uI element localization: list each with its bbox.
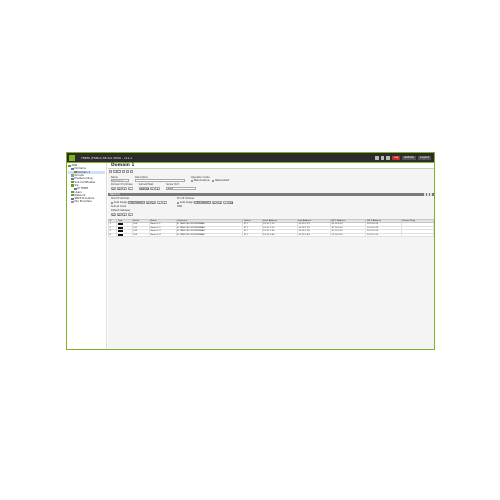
app-window: TMMS (FSRCA-SE-Sol-3000 - v11.x Log Refr… <box>66 152 435 350</box>
save-icon[interactable] <box>109 169 113 173</box>
page-title: Domain 1 <box>111 163 135 168</box>
delete-icon[interactable] <box>117 169 121 173</box>
refresh-button[interactable]: Refresh <box>402 155 417 160</box>
window-title: TMMS (FSRCA-SE-Sol-3000 - v11.x <box>81 156 133 160</box>
copy-icon[interactable] <box>121 169 125 173</box>
table-cell: 10.10.0.10 <box>329 232 367 238</box>
subnet-mask-field[interactable]: 255 255 0 0 <box>138 186 161 191</box>
status-strip <box>108 347 434 349</box>
tree-item-label: Fax Providers <box>74 200 92 204</box>
settings-icon[interactable] <box>380 155 385 160</box>
ip-range-form: Start IP Address Auto Assign Get Current… <box>108 196 434 217</box>
device-type-icon <box>117 223 123 226</box>
subnet-label: Subnet mask <box>111 205 127 209</box>
domain-ip-field[interactable]: 10 10 0 1 <box>111 186 133 191</box>
domain-icon <box>74 171 77 174</box>
sip-icon <box>71 184 74 187</box>
export-icon[interactable] <box>129 169 134 173</box>
start-ip-field[interactable]: 10 10 1 1 <box>145 201 168 205</box>
port-input[interactable]: 8080 <box>166 186 197 190</box>
device-type-icon <box>117 230 123 233</box>
table-cell: 10.10.1.49 <box>296 232 331 238</box>
provider-icon <box>71 197 74 200</box>
terminals-table: # Type Prefix Name Comment Status Start Addres… <box>107 218 434 238</box>
end-get-current-button[interactable]: Get Current <box>194 201 211 205</box>
group-icon <box>71 174 74 177</box>
section-title: Network <box>110 192 120 196</box>
start-ip-label: Start IP Address <box>111 197 130 201</box>
section-collapse-icon[interactable] <box>429 193 432 196</box>
description-input[interactable] <box>135 179 185 183</box>
table-cell: 10.10.1.40 <box>261 232 298 238</box>
users-icon <box>71 190 74 194</box>
auto-assign-radio[interactable]: Auto Assign <box>111 201 127 204</box>
table-row[interactable]: 4 103 Room 1-4 IP TERM (ROOM-TERMINAL) IP 11… <box>107 232 434 238</box>
gateway-field[interactable]: 10 10 0 1 <box>111 212 167 217</box>
certificate-icon <box>71 181 74 184</box>
device-type-icon <box>117 226 123 229</box>
get-current-button[interactable]: Get Current <box>128 201 145 205</box>
main-panel: Domain 1 Name Domain 1 Description Opera… <box>107 163 434 349</box>
table-cell <box>401 232 434 238</box>
table-cell: 4 <box>107 232 118 238</box>
table-cell: IP TERM (ROOM-TERMINAL) <box>175 232 244 238</box>
terminal-icon <box>74 187 77 190</box>
table-cell: 10.10.0.20 <box>365 232 403 238</box>
mode-standalone-radio[interactable]: Stand-alone <box>191 179 209 182</box>
table-cell: Room 1-4 <box>149 232 177 238</box>
folder-icon <box>71 167 74 171</box>
dns-label: DNS <box>177 205 183 209</box>
title-bar: TMMS (FSRCA-SE-Sol-3000 - v11.x Log Refr… <box>67 153 434 163</box>
user-icon[interactable] <box>386 155 390 160</box>
refresh-icon[interactable] <box>125 169 130 173</box>
end-ip-field[interactable]: 10 10 1 254 <box>211 201 233 205</box>
server-icon <box>68 164 71 167</box>
logout-button[interactable]: Logout <box>418 155 431 160</box>
network-icon <box>71 194 74 197</box>
titlebar-actions: Log Refresh Logout <box>375 155 431 160</box>
table-cell: IP 1 <box>242 232 263 238</box>
tree-item[interactable]: Fax Providers <box>68 200 105 203</box>
end-ip-label: End IP Address <box>177 197 195 201</box>
fax-icon <box>71 200 74 203</box>
gateway-label: Default Gateway <box>111 208 131 212</box>
log-button[interactable]: Log <box>391 155 401 160</box>
name-input[interactable]: Domain 1 <box>111 179 129 183</box>
app-logo-icon <box>69 154 75 161</box>
recording-icon <box>71 177 74 180</box>
help-icon[interactable] <box>375 155 379 160</box>
add-icon[interactable] <box>113 169 117 173</box>
table-cell <box>116 232 133 238</box>
table-cell: 103 <box>131 232 151 238</box>
end-auto-radio[interactable]: Auto Assign <box>177 201 193 204</box>
domain-form: Name Domain 1 Description Operation mode… <box>108 174 434 191</box>
navigation-tree: ADN Domains Domain 1 Groups Pre-Recording Sub… <box>67 163 107 349</box>
device-type-icon <box>117 233 123 236</box>
mode-redundant-radio[interactable]: Redundant <box>212 179 229 182</box>
